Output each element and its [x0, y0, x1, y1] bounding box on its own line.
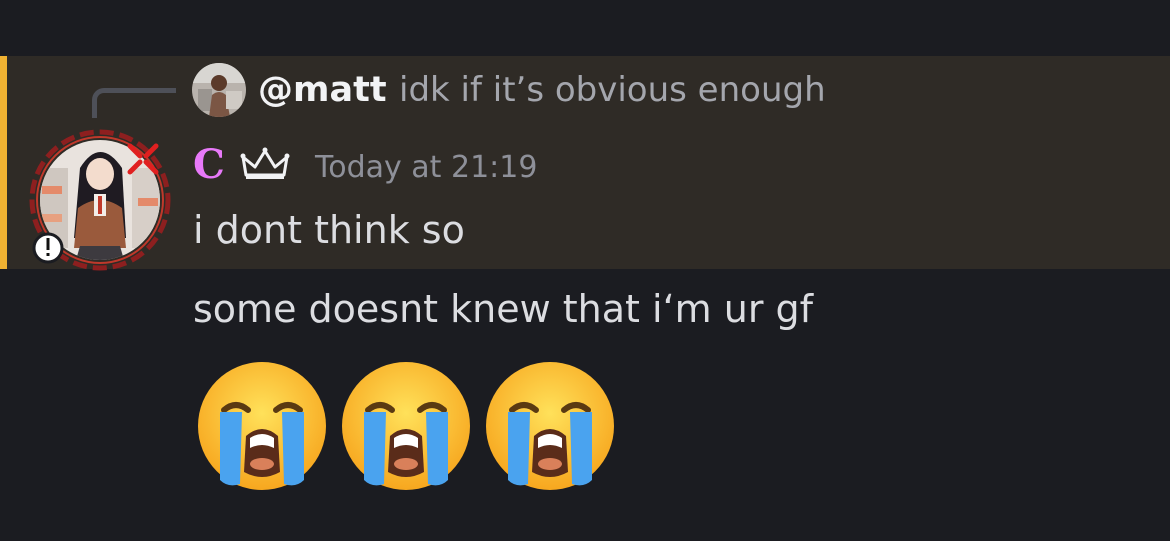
reply-avatar[interactable]: [192, 63, 246, 117]
message-text: i dont think so: [193, 208, 465, 252]
avatar[interactable]: [28, 128, 173, 273]
message-text: some doesnt knew that i‘m ur gf: [193, 287, 814, 331]
mention-highlight-bar: [0, 56, 7, 269]
author-username[interactable]: C: [193, 140, 225, 190]
crown-icon: [240, 145, 290, 185]
reply-spine: [92, 88, 176, 118]
crying-face-emoji[interactable]: [484, 360, 616, 492]
reply-mention[interactable]: @matt: [258, 68, 387, 112]
reply-preview-text[interactable]: idk if it’s obvious enough: [399, 68, 826, 112]
message-timestamp: Today at 21:19: [315, 150, 538, 185]
crying-face-emoji[interactable]: [340, 360, 472, 492]
crying-face-emoji[interactable]: [196, 360, 328, 492]
